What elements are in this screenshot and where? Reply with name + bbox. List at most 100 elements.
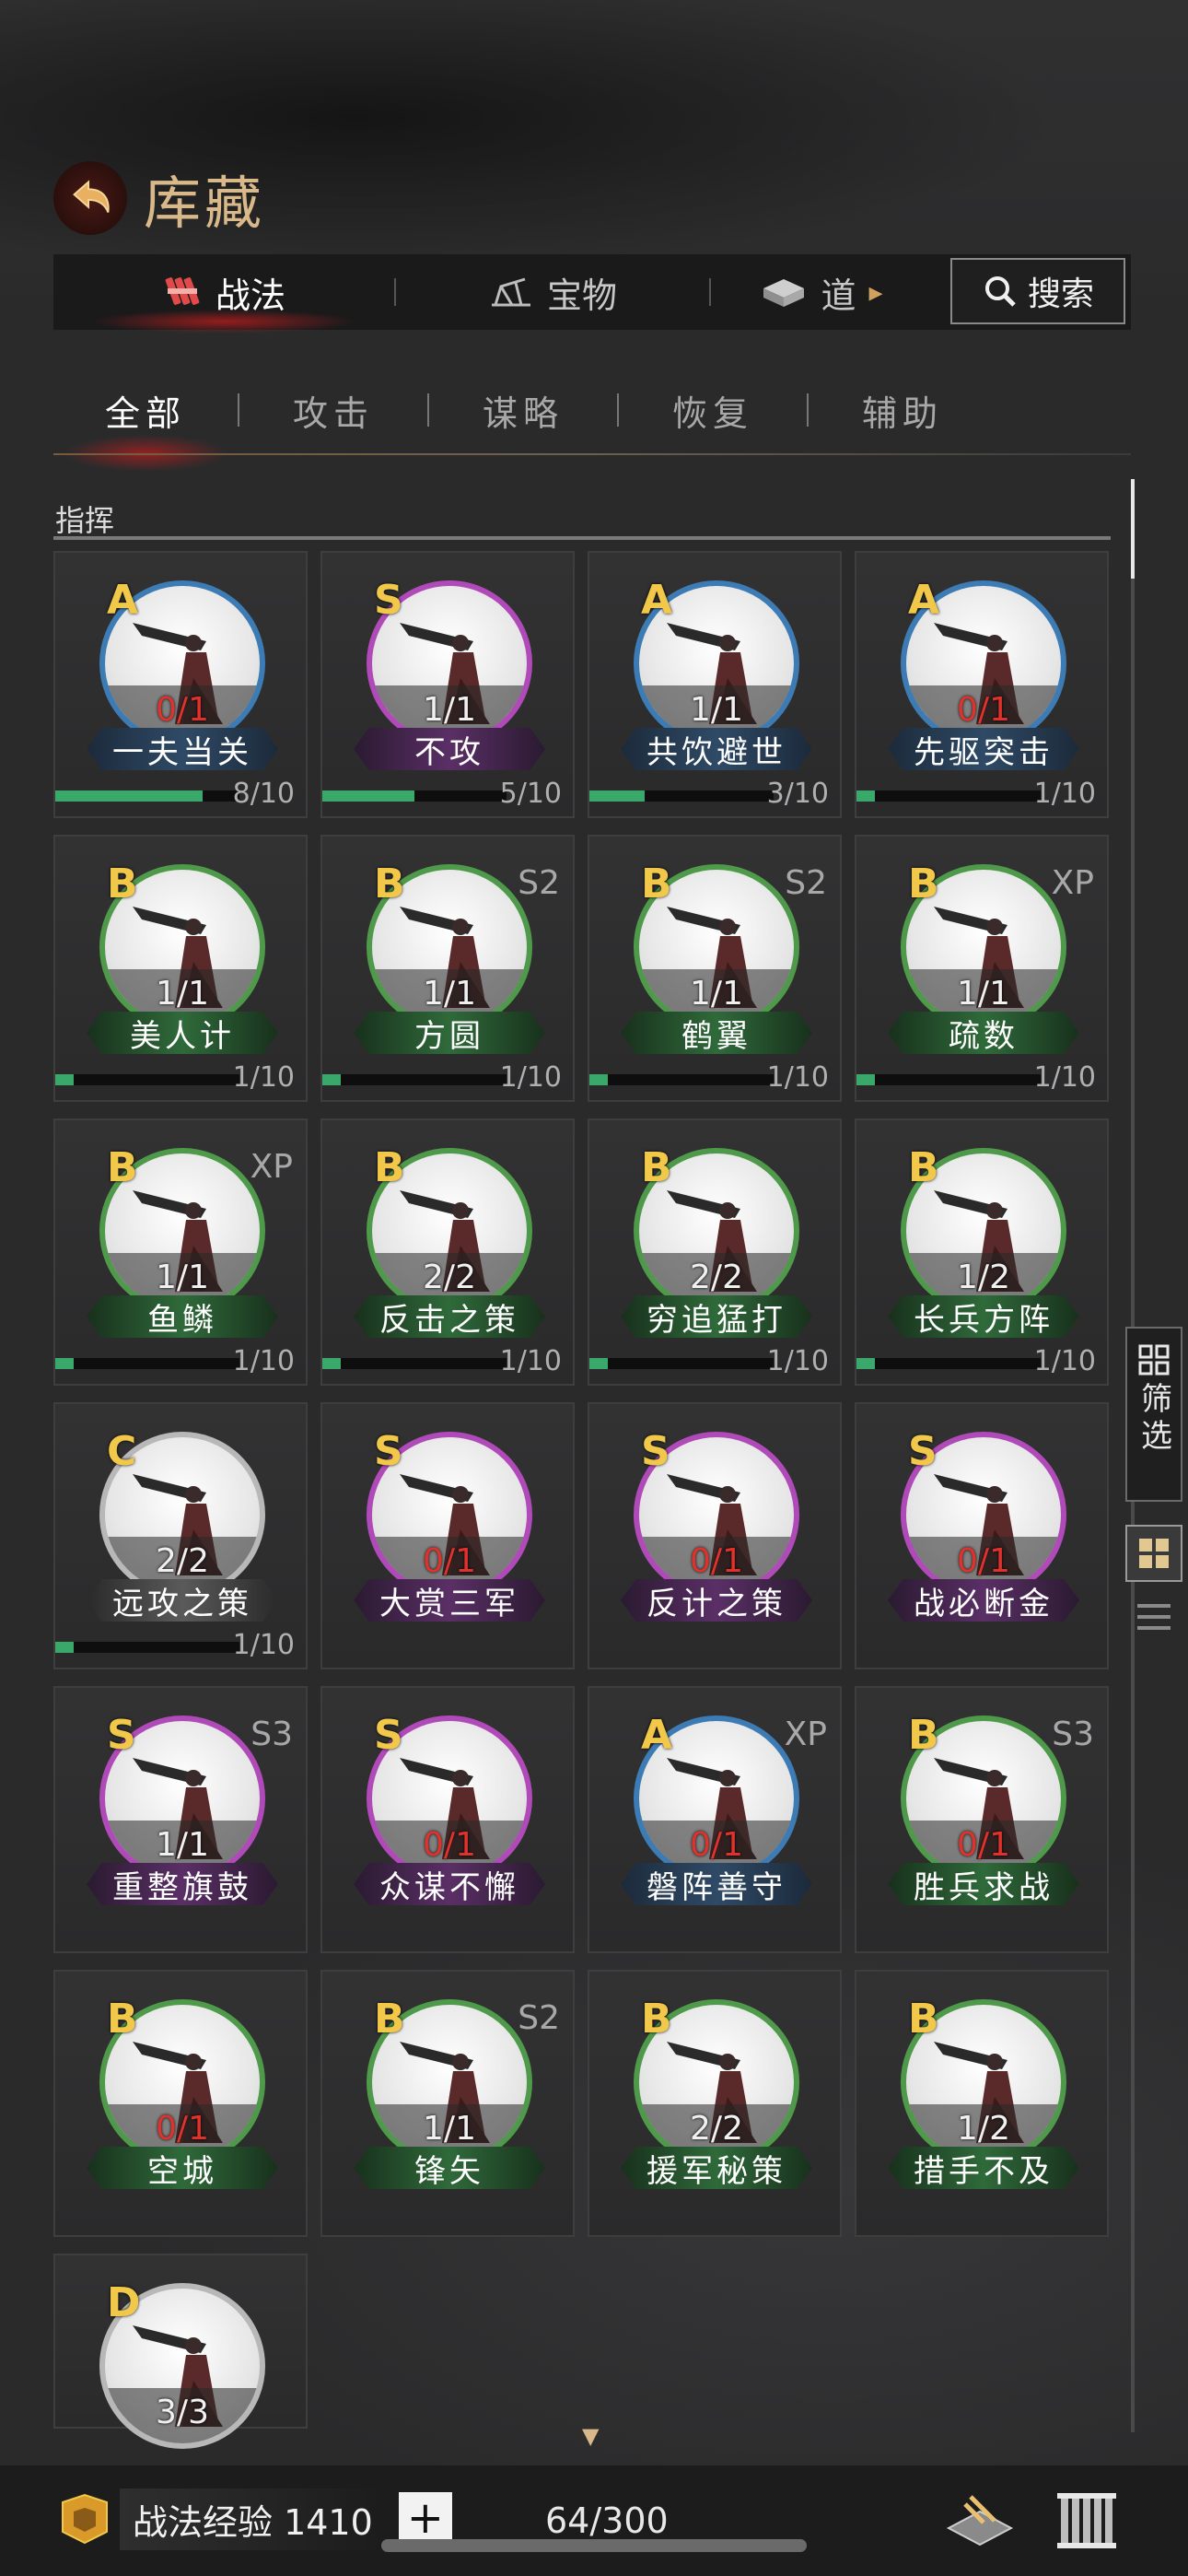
owned-count: 2/2 [156, 1542, 209, 1580]
tactic-card[interactable]: D 3/3 [53, 2254, 308, 2449]
upgrade-progress-bar [856, 1074, 1041, 1085]
scrollbar-thumb[interactable] [1131, 479, 1135, 579]
season-tag: S3 [250, 1715, 293, 1753]
upgrade-progress-bar [55, 1642, 239, 1653]
tactic-card[interactable]: B XP 1/1 鱼鳞 1/10 [53, 1118, 308, 1386]
tactic-card[interactable]: B 2/2 援军秘策 [588, 1970, 842, 2237]
upgrade-progress-bar [856, 790, 1041, 802]
grade-badge: B [908, 1996, 939, 2043]
owned-count: 2/2 [690, 2110, 743, 2148]
grade-badge: B [641, 1996, 672, 2043]
subtab-attack[interactable]: 攻击 [239, 385, 427, 436]
tactic-card[interactable]: B 1/1 美人计 1/10 [53, 835, 308, 1102]
tactic-name: 重整旗鼓 [87, 1863, 278, 1905]
back-button[interactable] [53, 161, 127, 235]
grade-badge: S [374, 1428, 403, 1475]
upgrade-progress-bar [322, 1074, 507, 1085]
grade-badge: S [374, 577, 403, 624]
grade-badge: A [107, 577, 139, 624]
tactic-card[interactable]: S 0/1 反计之策 [588, 1402, 842, 1669]
owned-count: 1/1 [957, 975, 1010, 1013]
upgrade-progress-bar [55, 1074, 239, 1085]
owned-count: 0/1 [957, 1826, 1010, 1864]
grade-badge: A [641, 577, 673, 624]
tactic-card[interactable]: B 1/2 长兵方阵 1/10 [855, 1118, 1109, 1386]
tab-treasure[interactable]: 宝物 [396, 254, 709, 330]
list-view-icon [1137, 1604, 1171, 1630]
tactic-name: 鹤翼 [621, 1012, 812, 1054]
owned-count: 0/1 [156, 691, 209, 729]
scroll-bundle-icon[interactable] [1050, 2484, 1124, 2558]
season-tag: S2 [518, 864, 560, 902]
tactic-card[interactable]: B 0/1 空城 [53, 1970, 308, 2237]
owned-count: 3/3 [156, 2394, 209, 2431]
capacity-count: 64/300 [545, 2500, 669, 2541]
season-tag: S2 [785, 864, 827, 902]
tactic-card[interactable]: A 0/1 先驱突击 1/10 [855, 551, 1109, 818]
owned-count: 1/1 [423, 975, 476, 1013]
grade-badge: B [374, 1996, 405, 2043]
progress-text: 1/10 [232, 1061, 295, 1094]
grade-badge: B [107, 1144, 138, 1191]
search-button[interactable]: 搜索 [950, 258, 1125, 324]
tactic-card[interactable]: B 2/2 反击之策 1/10 [320, 1118, 575, 1386]
list-view-button[interactable] [1125, 1594, 1182, 1640]
grade-badge: B [107, 861, 138, 907]
tactic-card[interactable]: B 1/2 措手不及 [855, 1970, 1109, 2237]
tactic-name: 空城 [87, 2147, 278, 2189]
tactic-name: 战必断金 [888, 1579, 1079, 1622]
tactic-card[interactable]: B S2 1/1 方圆 1/10 [320, 835, 575, 1102]
progress-fill [589, 1074, 608, 1085]
season-tag: XP [1051, 864, 1094, 902]
upgrade-progress-bar [55, 790, 239, 802]
tactic-card[interactable]: S 0/1 战必断金 [855, 1402, 1109, 1669]
upgrade-progress-bar [589, 790, 774, 802]
tactic-name: 长兵方阵 [888, 1295, 1079, 1338]
section-divider [53, 536, 1111, 540]
tactic-card[interactable]: B S3 0/1 胜兵求战 [855, 1686, 1109, 1953]
grade-badge: D [107, 2279, 141, 2326]
tactic-card[interactable]: S 0/1 众谋不懈 [320, 1686, 575, 1953]
tactic-card[interactable]: B S2 1/1 鹤翼 1/10 [588, 835, 842, 1102]
filter-label: 筛选 [1135, 1382, 1172, 1456]
tactic-card[interactable]: B S2 1/1 锋矢 [320, 1970, 575, 2237]
owned-count: 1/1 [423, 691, 476, 729]
tactic-card[interactable]: S 1/1 不攻 5/10 [320, 551, 575, 818]
tactic-name: 鱼鳞 [87, 1295, 278, 1338]
filter-button[interactable]: 筛选 [1125, 1327, 1182, 1502]
tactic-card[interactable]: A 1/1 共饮避世 3/10 [588, 551, 842, 818]
tactic-card[interactable]: B 2/2 穷追猛打 1/10 [588, 1118, 842, 1386]
tab-items[interactable]: 道 ▸ [711, 254, 932, 330]
page-title: 库藏 [144, 170, 266, 237]
add-exp-button[interactable]: + [398, 2492, 452, 2546]
subtab-strategy[interactable]: 谋略 [429, 385, 617, 436]
subtab-recovery[interactable]: 恢复 [619, 385, 807, 436]
tactic-name: 锋矢 [354, 2147, 545, 2189]
subtab-all[interactable]: 全部 [53, 385, 238, 472]
owned-count: 1/1 [690, 975, 743, 1013]
filter-subtabs: 全部 攻击 谋略 恢复 辅助 [53, 369, 1131, 472]
back-arrow-icon [73, 180, 110, 213]
owned-count: 1/1 [690, 691, 743, 729]
season-tag: S3 [1052, 1715, 1094, 1753]
tactic-card[interactable]: S S3 1/1 重整旗鼓 [53, 1686, 308, 1953]
tactic-card[interactable]: C 2/2 远攻之策 1/10 [53, 1402, 308, 1669]
grid-view-button[interactable] [1125, 1525, 1182, 1582]
subtab-support[interactable]: 辅助 [809, 385, 996, 436]
category-tabs: 战法 宝物 道 ▸ 搜索 [53, 254, 1131, 334]
tactic-name: 措手不及 [888, 2147, 1079, 2189]
grade-badge: S [107, 1712, 136, 1759]
owned-count: 1/1 [156, 1826, 209, 1864]
craft-book-icon[interactable] [943, 2484, 1017, 2558]
more-arrow-icon: ▸ [868, 275, 883, 309]
tactic-name: 穷追猛打 [621, 1295, 812, 1338]
progress-fill [322, 1074, 341, 1085]
tactic-card[interactable]: S 0/1 大赏三军 [320, 1402, 575, 1669]
tactic-card[interactable]: A 0/1 一夫当关 8/10 [53, 551, 308, 818]
tactic-card[interactable]: B XP 1/1 疏数 1/10 [855, 835, 1109, 1102]
scroll-more-icon: ▼ [582, 2423, 600, 2449]
grade-badge: A [641, 1712, 673, 1759]
search-icon [984, 276, 1016, 307]
tactic-card[interactable]: A XP 0/1 磐阵善守 [588, 1686, 842, 1953]
tab-tactics[interactable]: 战法 [53, 254, 394, 334]
